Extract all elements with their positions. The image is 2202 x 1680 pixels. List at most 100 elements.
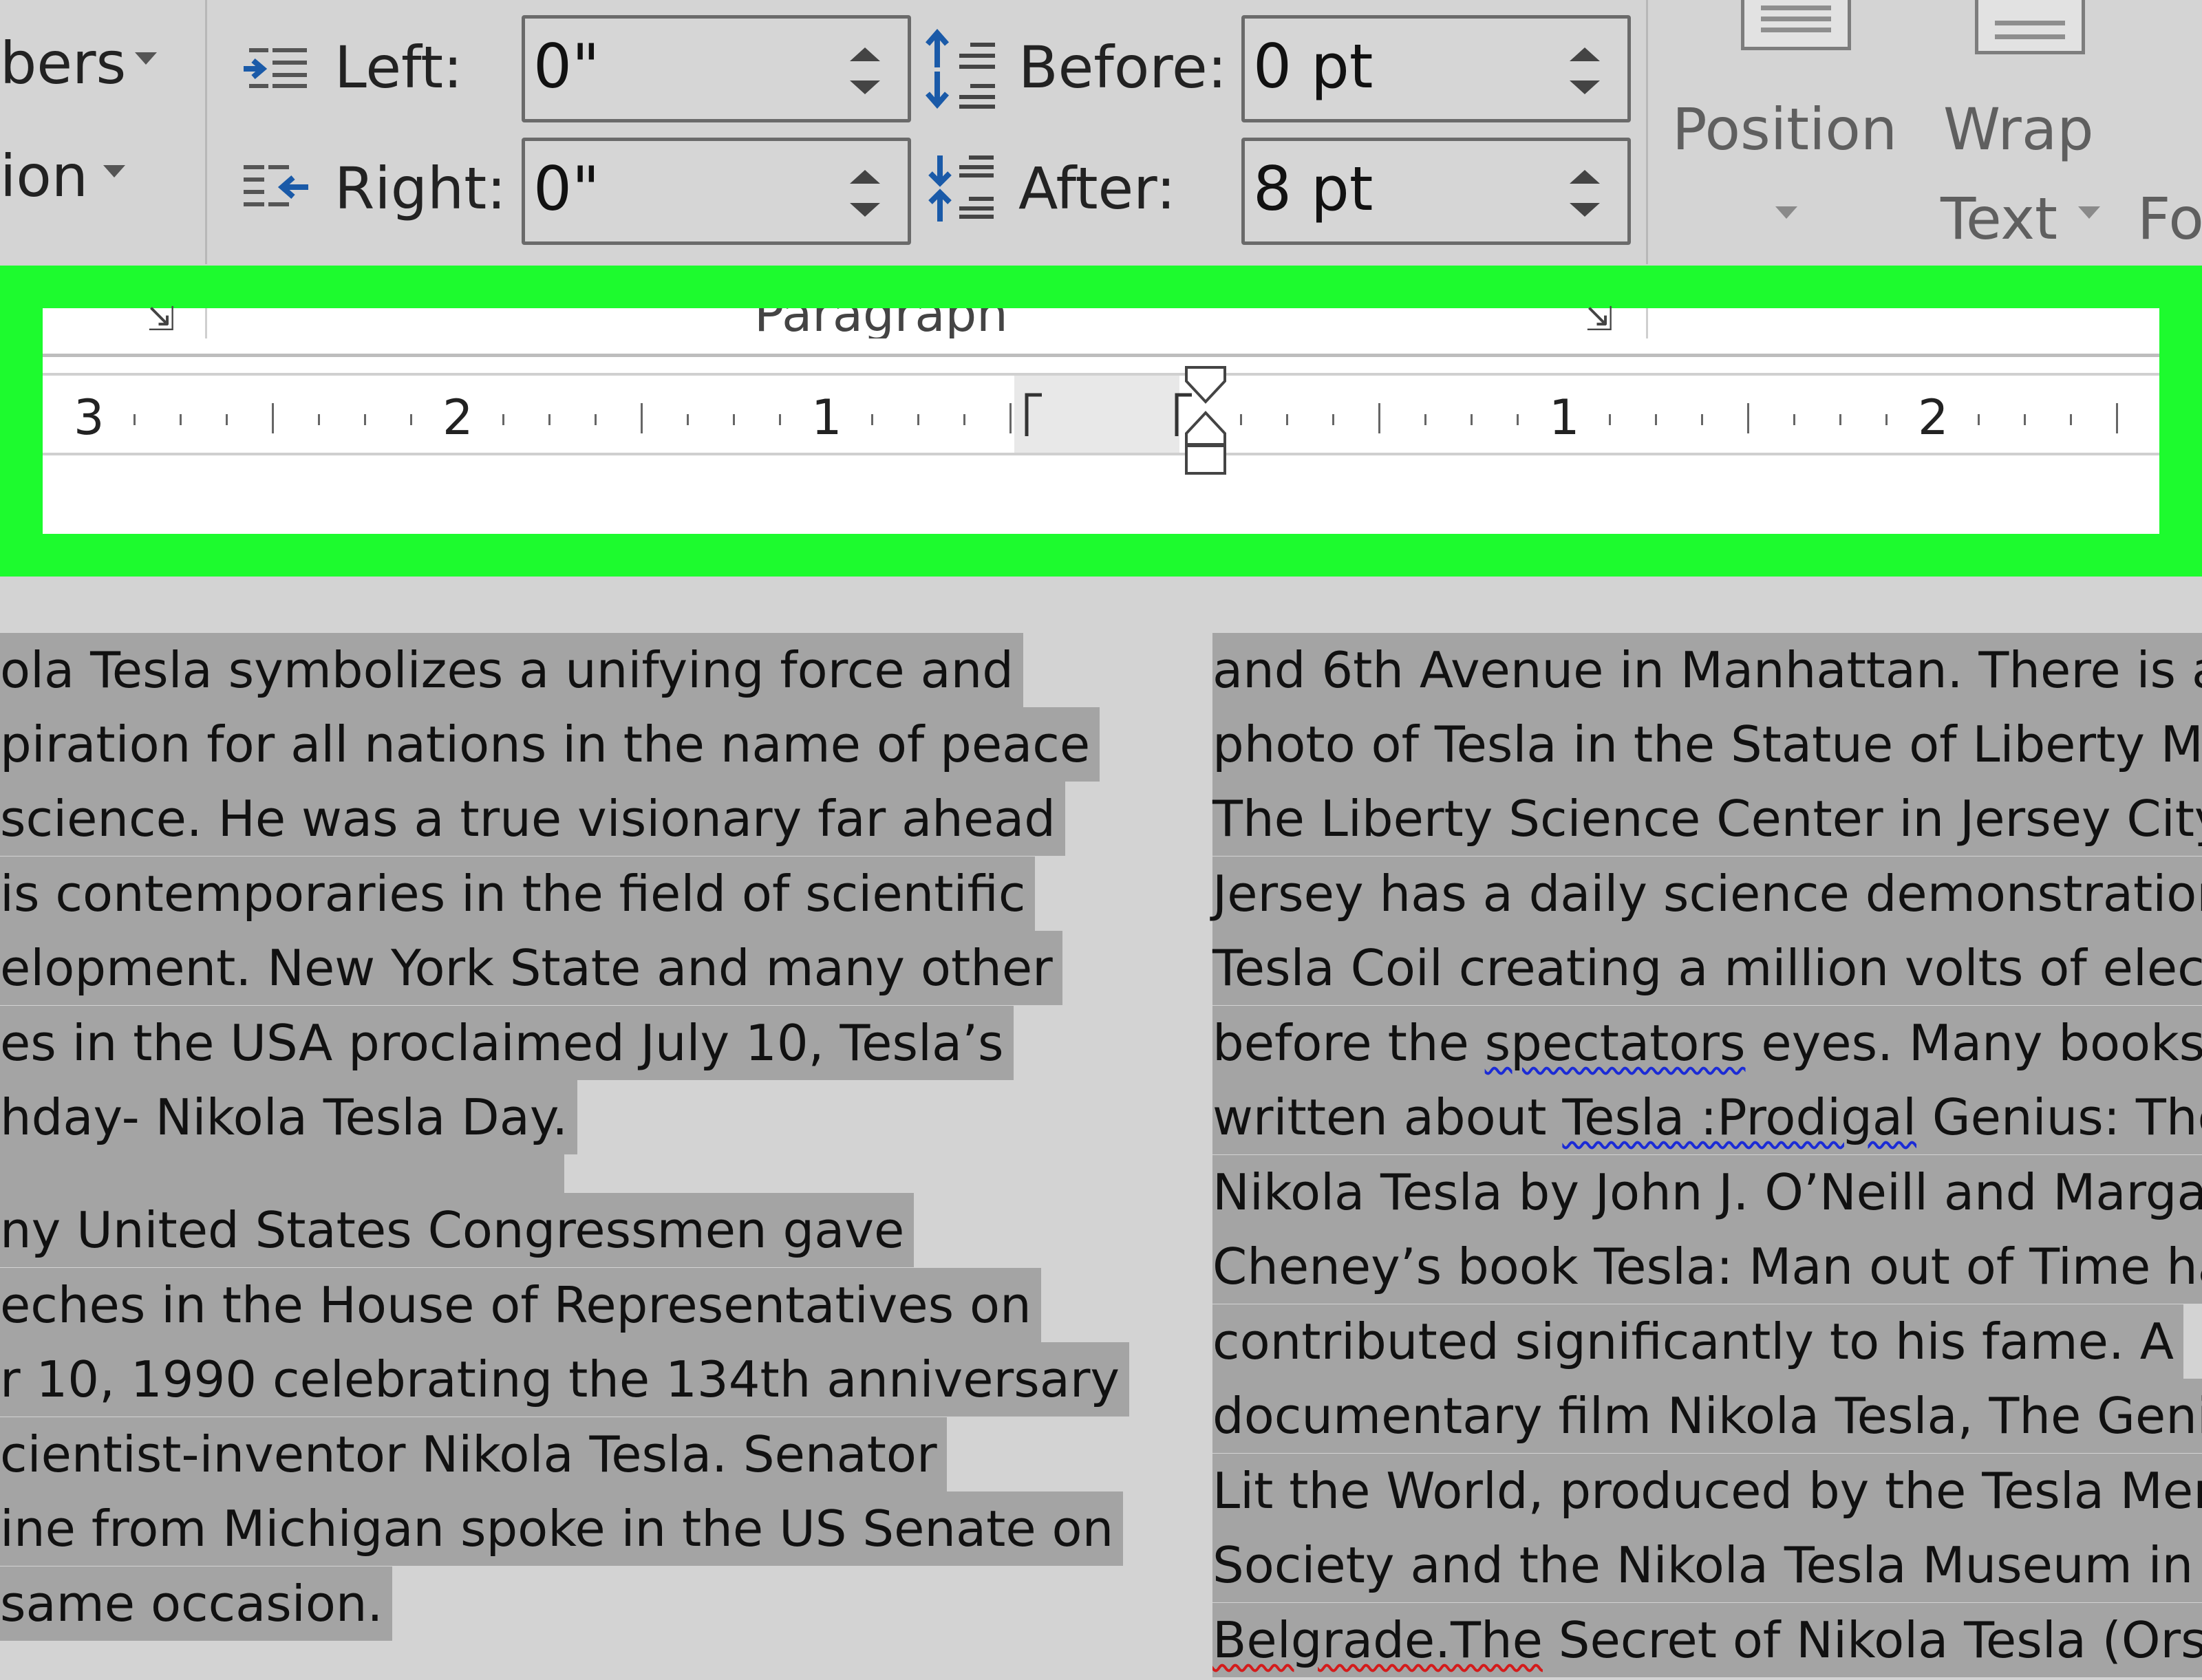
- text-line: hday- Nikola Tesla Day.: [0, 1080, 578, 1154]
- ruler-tick: [871, 414, 873, 425]
- ruler-tick: [318, 414, 320, 425]
- document-area[interactable]: ola Tesla symbolizes a unifying force an…: [0, 578, 2202, 1680]
- chevron-down-icon[interactable]: [135, 52, 157, 65]
- line-numbers-menu[interactable]: bers: [0, 34, 126, 92]
- hanging-indent-icon[interactable]: [1185, 411, 1226, 446]
- text-line: es in the USA proclaimed July 10, Tesla’…: [0, 1006, 1014, 1080]
- text-line: Cheney’s book Tesla: Man out of Time has: [1212, 1229, 2202, 1304]
- text-line: Lit the World, produced by the Tesla Mem…: [1212, 1454, 2202, 1528]
- text-line: Society and the Nikola Tesla Museum in: [1212, 1528, 2202, 1602]
- text-line: r 10, 1990 celebrating the 134th anniver…: [0, 1342, 1130, 1417]
- ruler-tick: [1747, 403, 1749, 433]
- ruler-tick: [1978, 414, 1980, 425]
- spacing-before-icon: [925, 29, 995, 109]
- grammar-error[interactable]: Tesla :Prodigal: [1562, 1088, 1916, 1146]
- indent-left-input[interactable]: 0": [522, 15, 911, 122]
- ruler-tick: [1793, 414, 1795, 425]
- text-line: and 6th Avenue in Manhattan. There is a …: [1212, 633, 2202, 707]
- text-line: The Liberty Science Center in Jersey Cit…: [1212, 782, 2202, 856]
- group-divider: [1646, 0, 1648, 264]
- spacing-after-input[interactable]: 8 pt: [1241, 138, 1631, 245]
- ruler-tick: [687, 414, 689, 425]
- ruler-tick: [595, 414, 597, 425]
- ruler-tick: [641, 403, 643, 433]
- increment-icon[interactable]: [1570, 47, 1600, 61]
- spacing-before-input[interactable]: 0 pt: [1241, 15, 1631, 122]
- ruler-tick: [548, 414, 550, 425]
- ruler-tick: [133, 414, 136, 425]
- hyphenation-menu[interactable]: ion: [0, 147, 88, 205]
- group-divider: [205, 308, 207, 338]
- ruler-tick: [1839, 414, 1841, 425]
- text-line: same occasion.: [0, 1566, 393, 1641]
- increment-icon[interactable]: [850, 170, 880, 184]
- text-line: ola Tesla symbolizes a unifying force an…: [0, 633, 1023, 707]
- chevron-down-icon: [1775, 206, 1797, 219]
- grammar-error[interactable]: spectators: [1485, 1014, 1746, 1072]
- text-line: photo of Tesla in the Statue of Liberty …: [1212, 707, 2202, 782]
- decrement-icon[interactable]: [1570, 203, 1600, 217]
- decrement-icon[interactable]: [850, 80, 880, 94]
- ruler-tick: [364, 414, 366, 425]
- text-line: ine from Michigan spoke in the US Senate…: [0, 1491, 1124, 1566]
- ribbon-bottom-border: [43, 354, 2159, 357]
- ruler-number: 2: [1918, 389, 1949, 446]
- ruler-tick: [779, 414, 781, 425]
- text-line: Belgrade.The Secret of Nikola Tesla (Ors…: [1212, 1603, 2202, 1677]
- text-line: is contemporaries in the field of scient…: [0, 857, 1036, 931]
- format-label-partial[interactable]: Fo: [2137, 190, 2202, 248]
- tab-stop-icon[interactable]: [1024, 392, 1045, 438]
- ruler-tick: [1286, 414, 1288, 425]
- ruler-tick: [1378, 403, 1380, 433]
- ruler-tick: [2024, 414, 2026, 425]
- indent-left-icon: [244, 48, 307, 88]
- ribbon: bers ion Left: 0" Right: 0" Before: 0 pt…: [0, 0, 2202, 264]
- indent-right-label: Right:: [334, 155, 506, 222]
- indent-right-value: 0": [533, 153, 600, 224]
- decrement-icon[interactable]: [850, 203, 880, 217]
- left-indent-icon[interactable]: [1185, 444, 1226, 475]
- ruler-tick: [1517, 414, 1519, 425]
- indent-right-icon: [244, 165, 308, 206]
- increment-icon[interactable]: [1570, 170, 1600, 184]
- indent-left-label: Left:: [334, 34, 463, 101]
- text-line: documentary film Nikola Tesla, The Geniu…: [1212, 1379, 2202, 1453]
- wrap-label: Wrap: [1943, 96, 2094, 163]
- ruler-tick: [2070, 414, 2072, 425]
- ruler-bottom-border: [43, 453, 2159, 455]
- ruler-tick: [180, 414, 182, 425]
- spelling-error[interactable]: Belgrade.The: [1212, 1611, 1543, 1669]
- ruler-number: 3: [74, 389, 105, 446]
- ruler-number: 1: [1549, 389, 1580, 446]
- ruler-tick: [1609, 414, 1611, 425]
- dialog-launcher-icon[interactable]: ⇲: [147, 303, 175, 336]
- text-line: eches in the House of Representatives on: [0, 1268, 1041, 1342]
- chevron-down-icon[interactable]: [103, 165, 125, 177]
- ruler-tick: [1009, 403, 1012, 433]
- indent-right-input[interactable]: 0": [522, 138, 911, 245]
- dialog-launcher-icon[interactable]: ⇲: [1585, 303, 1613, 336]
- ruler-tick: [272, 403, 274, 433]
- wrap-text-icon: [1975, 0, 2085, 54]
- increment-icon[interactable]: [850, 47, 880, 61]
- group-divider: [1646, 308, 1648, 338]
- text-line: Tesla Coil creating a million volts of e…: [1212, 931, 2202, 1005]
- text-line: contributed significantly to his fame. A: [1212, 1304, 2183, 1379]
- ruler-tick: [1655, 414, 1657, 425]
- text-line: before the spectators eyes. Many books w…: [1212, 1006, 2202, 1080]
- chevron-down-icon: [2078, 206, 2100, 219]
- text-line: science. He was a true visionary far ahe…: [0, 782, 1065, 856]
- ruler-tick: [1885, 414, 1888, 425]
- spacing-before-label: Before:: [1018, 34, 1227, 101]
- ruler-tick: [502, 414, 504, 425]
- decrement-icon[interactable]: [1570, 80, 1600, 94]
- spacing-before-value: 0 pt: [1253, 31, 1373, 102]
- ruler-tick: [1701, 414, 1703, 425]
- spacing-after-value: 8 pt: [1253, 153, 1373, 224]
- first-line-indent-icon[interactable]: [1185, 366, 1226, 404]
- hyphenation-label: ion: [0, 142, 88, 210]
- wrap-text-label: Text: [1941, 185, 2057, 252]
- position-label: Position: [1672, 96, 1898, 163]
- ruler-tick: [1240, 414, 1242, 425]
- ruler-tick: [1424, 414, 1426, 425]
